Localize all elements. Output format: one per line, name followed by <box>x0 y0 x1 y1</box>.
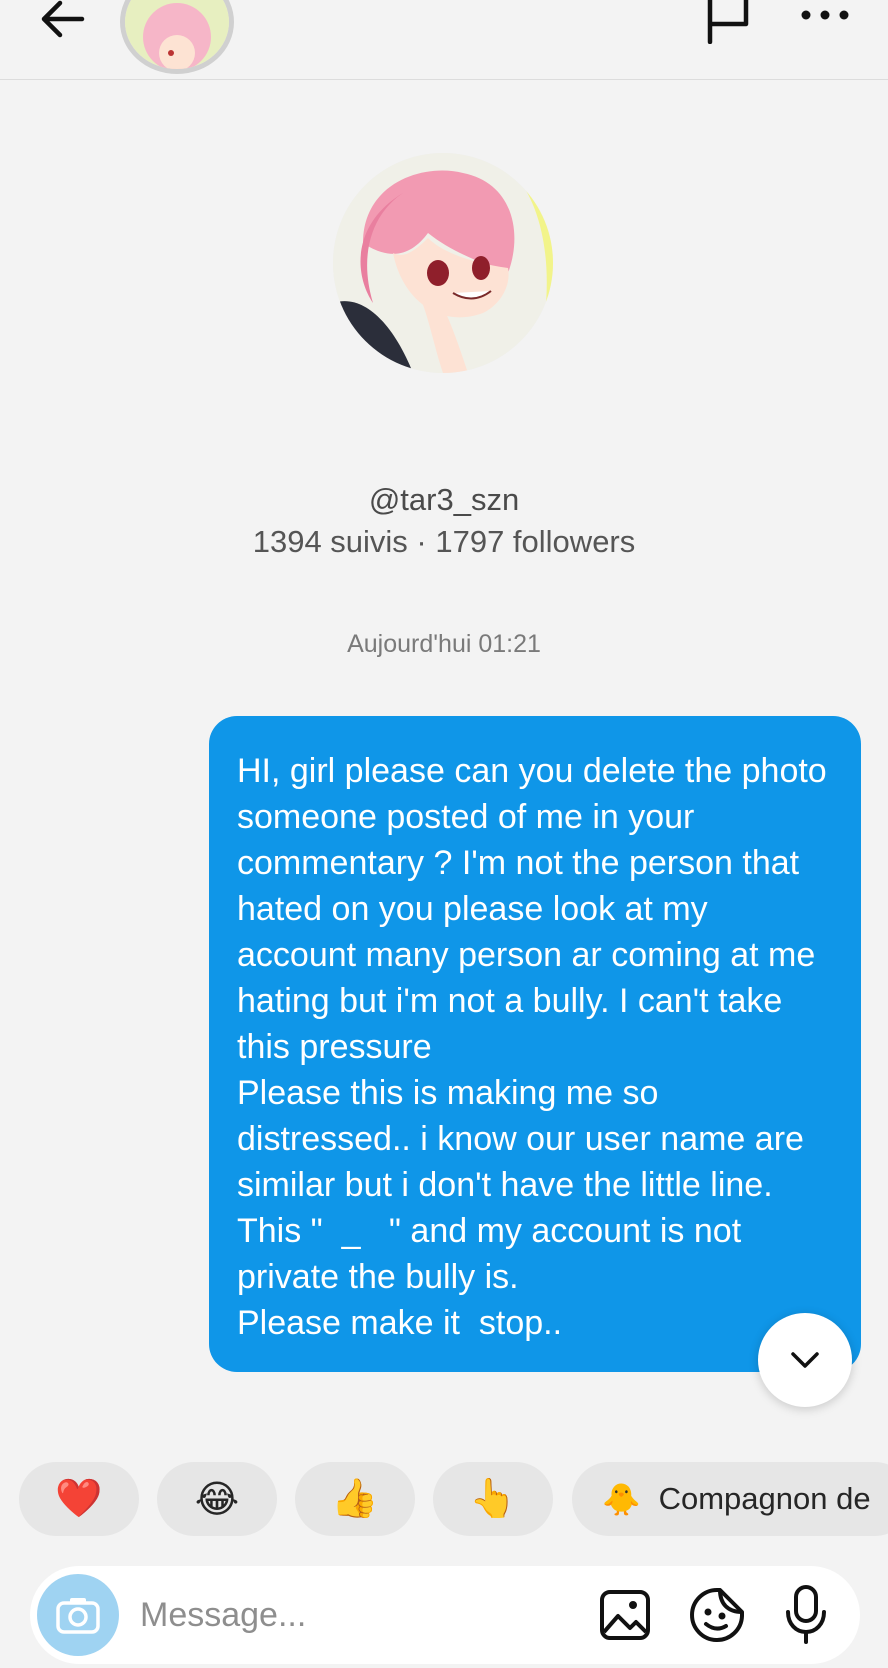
suggestion-chip-label: Compagnon de <box>658 1481 871 1516</box>
message-timestamp: Aujourd'hui 01:21 <box>347 630 541 658</box>
back-arrow-icon[interactable] <box>36 0 96 44</box>
profile-stats: 1394 suivis · 1797 followers <box>252 524 636 559</box>
reaction-chip-thumbs-up[interactable]: 👍 <box>295 1462 415 1536</box>
scroll-down-button[interactable] <box>758 1313 852 1407</box>
chick-icon: 🐥 <box>602 1481 641 1517</box>
sent-message-bubble[interactable]: HI, girl please can you delete the photo… <box>209 716 861 1372</box>
camera-icon <box>56 1598 100 1634</box>
more-dots-icon[interactable] <box>796 0 854 30</box>
header-avatar[interactable] <box>120 0 234 74</box>
profile-username: @tar3_szn <box>368 482 520 517</box>
dm-conversation-screen: @tar3_szn 1394 suivis · 1797 followers A… <box>0 0 888 1668</box>
reaction-chip-heart[interactable]: ❤️ <box>19 1462 139 1536</box>
profile-avatar[interactable] <box>333 153 553 373</box>
sticker-icon[interactable] <box>688 1586 746 1644</box>
microphone-icon[interactable] <box>782 1584 830 1646</box>
message-input[interactable] <box>140 1590 500 1640</box>
chat-header <box>0 0 888 80</box>
suggestion-chip[interactable]: 🐥 Compagnon de <box>572 1462 888 1536</box>
reaction-chip-tears-of-joy[interactable]: 😂 <box>157 1462 277 1536</box>
message-composer <box>30 1566 860 1664</box>
gallery-icon[interactable] <box>598 1588 652 1642</box>
chevron-down-icon <box>791 1352 819 1368</box>
flag-icon[interactable] <box>702 0 754 44</box>
reaction-chip-pointing-up[interactable]: 👆 <box>433 1462 553 1536</box>
camera-button[interactable] <box>37 1574 119 1656</box>
quick-reactions-bar: ❤️ 😂 👍 👆 🐥 Compagnon de <box>0 1462 888 1536</box>
